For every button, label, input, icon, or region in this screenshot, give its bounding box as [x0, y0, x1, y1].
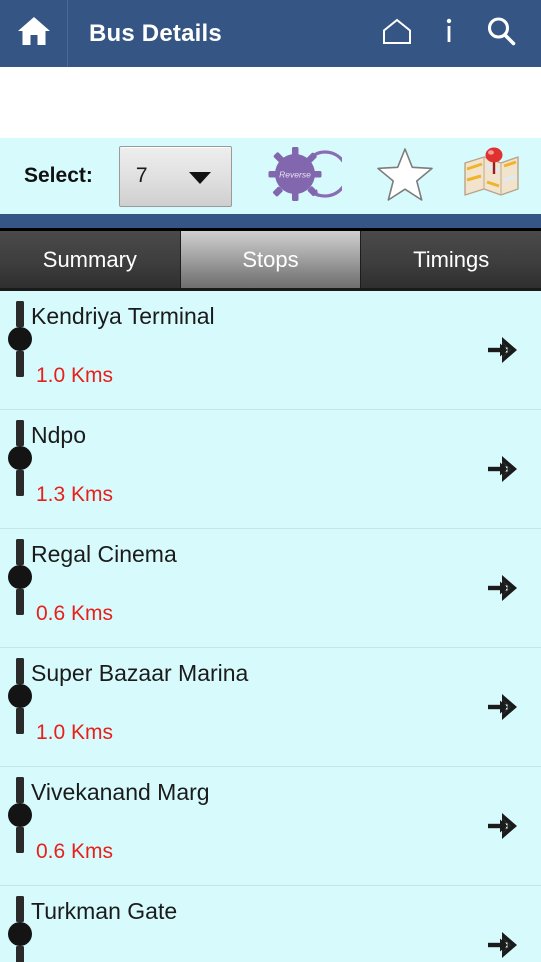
stops-list[interactable]: Kendriya Terminal 1.0 Kms Ndpo 1.3 Kms R…	[0, 291, 541, 962]
go-to-stop-icon[interactable]	[482, 447, 526, 491]
select-bar-bottom-rule	[0, 214, 541, 228]
house-outline-button[interactable]	[369, 0, 425, 67]
go-to-stop-icon[interactable]	[482, 566, 526, 610]
stop-name: Ndpo	[31, 422, 86, 448]
table-row[interactable]: Turkman Gate	[0, 886, 541, 962]
route-spinner-value: 7	[135, 164, 148, 187]
go-to-stop-icon[interactable]	[482, 923, 526, 962]
go-to-stop-icon[interactable]	[482, 685, 526, 729]
app-screen: Bus Details Select: 7 Reverse Summary St…	[0, 0, 541, 962]
svg-text:Reverse: Reverse	[279, 169, 311, 179]
map-button[interactable]	[454, 138, 528, 214]
bus-stop-marker-icon	[8, 420, 32, 496]
reverse-button[interactable]: Reverse	[259, 138, 351, 214]
table-row[interactable]: Ndpo 1.3 Kms	[0, 410, 541, 529]
tab-summary[interactable]: Summary	[0, 231, 181, 288]
stop-distance: 1.0 Kms	[36, 364, 114, 387]
stop-name: Vivekanand Marg	[31, 779, 210, 805]
stop-distance: 1.0 Kms	[36, 721, 114, 744]
map-pin-icon	[461, 146, 521, 207]
home-icon	[17, 15, 51, 52]
tab-timings[interactable]: Timings	[361, 231, 541, 288]
stop-name: Regal Cinema	[31, 541, 177, 567]
reverse-icon: Reverse	[268, 145, 349, 208]
table-row[interactable]: Super Bazaar Marina 1.0 Kms	[0, 648, 541, 767]
chevron-down-icon	[188, 172, 211, 184]
info-icon	[442, 16, 456, 51]
home-button[interactable]	[0, 0, 68, 67]
bus-stop-marker-icon	[8, 301, 32, 377]
table-row[interactable]: Kendriya Terminal 1.0 Kms	[0, 291, 541, 410]
stop-distance: 0.6 Kms	[36, 840, 114, 863]
stop-name: Super Bazaar Marina	[31, 660, 249, 686]
house-outline-icon	[382, 17, 412, 50]
stop-name: Kendriya Terminal	[31, 303, 215, 329]
stop-distance: 0.6 Kms	[36, 602, 114, 625]
action-bar: Bus Details	[0, 0, 541, 67]
info-button[interactable]	[425, 0, 473, 67]
route-spinner[interactable]: 7	[118, 145, 232, 207]
select-bar: Select: 7 Reverse	[0, 138, 541, 214]
favorite-star-icon	[376, 146, 434, 207]
table-row[interactable]: Regal Cinema 0.6 Kms	[0, 529, 541, 648]
select-label: Select:	[24, 164, 93, 187]
bus-stop-marker-icon	[8, 896, 32, 962]
bus-stop-marker-icon	[8, 777, 32, 853]
content-gap	[0, 67, 541, 138]
search-button[interactable]	[473, 0, 529, 67]
table-row[interactable]: Vivekanand Marg 0.6 Kms	[0, 767, 541, 886]
go-to-stop-icon[interactable]	[482, 804, 526, 848]
tab-stops[interactable]: Stops	[180, 231, 362, 288]
search-icon	[485, 15, 517, 52]
stop-name: Turkman Gate	[31, 898, 178, 924]
bus-stop-marker-icon	[8, 539, 32, 615]
tab-bar: Summary Stops Timings	[0, 231, 541, 288]
favorite-button[interactable]	[364, 138, 446, 214]
page-title: Bus Details	[89, 19, 222, 47]
stop-distance: 1.3 Kms	[36, 483, 114, 506]
bus-stop-marker-icon	[8, 658, 32, 734]
go-to-stop-icon[interactable]	[482, 328, 526, 372]
